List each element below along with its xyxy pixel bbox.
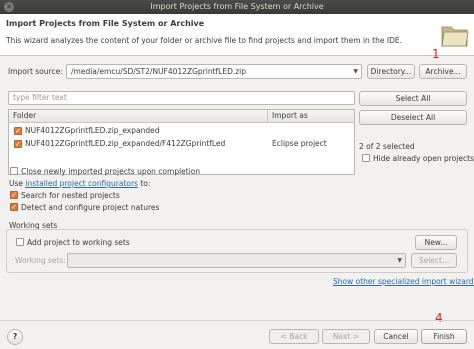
footer-separator xyxy=(0,320,474,321)
hide-open-checkbox[interactable] xyxy=(362,154,370,162)
use-suffix: to: xyxy=(140,179,151,188)
import-source-value: /media/emcu/SD/ST2/NUF4012ZGprintfLED.zi… xyxy=(71,67,247,76)
deselect-all-button[interactable]: Deselect All xyxy=(359,110,467,125)
chevron-down-icon[interactable]: ▼ xyxy=(397,254,402,267)
working-sets-combo[interactable]: ▼ xyxy=(67,253,406,268)
working-sets-label: Working sets: xyxy=(15,256,66,265)
close-icon[interactable]: ✕ xyxy=(4,2,14,12)
hide-open-label: Hide already open projects xyxy=(373,154,474,163)
selected-count: 2 of 2 selected xyxy=(359,142,415,151)
projects-table: Folder Import as ✓ NUF4012ZGprintfLED.zi… xyxy=(8,109,355,175)
table-row[interactable]: ✓ NUF4012ZGprintfLED.zip_expanded/F412ZG… xyxy=(9,137,354,151)
table-header: Folder Import as xyxy=(9,110,354,123)
new-working-set-button[interactable]: New... xyxy=(415,235,457,250)
other-wizards-link[interactable]: Show other specialized import wizards xyxy=(333,277,474,286)
window-title: Import Projects from File System or Arch… xyxy=(150,2,324,11)
window-titlebar: ✕ Import Projects from File System or Ar… xyxy=(0,0,474,14)
import-source-label: Import source: xyxy=(8,67,63,76)
configurators-line: Use installed project configurators to: xyxy=(9,179,150,188)
table-row[interactable]: ✓ NUF4012ZGprintfLED.zip_expanded xyxy=(9,124,354,138)
wizard-header: Import Projects from File System or Arch… xyxy=(0,14,474,56)
add-working-sets-checkbox[interactable] xyxy=(16,238,24,246)
add-working-sets-label: Add project to working sets xyxy=(27,238,130,247)
row-checkbox[interactable]: ✓ xyxy=(14,140,22,148)
select-working-sets-button[interactable]: Select... xyxy=(411,253,457,268)
back-button[interactable]: < Back xyxy=(269,329,319,344)
row-folder: NUF4012ZGprintfLED.zip_expanded/F412ZGpr… xyxy=(25,139,226,148)
filter-input[interactable]: type filter text xyxy=(8,91,355,105)
column-separator xyxy=(267,110,268,122)
page-description: This wizard analyzes the content of your… xyxy=(6,36,402,45)
column-import-as[interactable]: Import as xyxy=(272,110,308,122)
next-button[interactable]: Next > xyxy=(322,329,370,344)
page-title: Import Projects from File System or Arch… xyxy=(6,19,205,28)
cancel-button[interactable]: Cancel xyxy=(374,329,418,344)
annotation-4: 4 xyxy=(435,311,443,325)
help-icon[interactable]: ? xyxy=(7,329,23,345)
search-nested-label: Search for nested projects xyxy=(21,191,120,200)
chevron-down-icon[interactable]: ▼ xyxy=(353,65,358,78)
row-import-as: Eclipse project xyxy=(272,139,327,148)
close-imported-checkbox[interactable] xyxy=(10,167,18,175)
folder-icon xyxy=(441,26,469,47)
row-folder: NUF4012ZGprintfLED.zip_expanded xyxy=(25,126,160,135)
column-folder[interactable]: Folder xyxy=(13,110,36,122)
select-all-button[interactable]: Select All xyxy=(359,91,467,106)
use-prefix: Use xyxy=(9,179,24,188)
search-nested-checkbox[interactable]: ✓ xyxy=(10,191,18,199)
annotation-1: 1 xyxy=(432,47,440,61)
import-source-combo[interactable]: /media/emcu/SD/ST2/NUF4012ZGprintfLED.zi… xyxy=(66,64,362,79)
row-checkbox[interactable]: ✓ xyxy=(14,127,22,135)
configurators-link[interactable]: installed project configurators xyxy=(25,179,138,188)
archive-button[interactable]: Archive... xyxy=(419,64,467,79)
detect-configure-checkbox[interactable]: ✓ xyxy=(10,203,18,211)
detect-configure-label: Detect and configure project natures xyxy=(21,203,160,212)
directory-button[interactable]: Directory... xyxy=(367,64,415,79)
finish-button[interactable]: Finish xyxy=(421,329,467,344)
close-imported-label: Close newly imported projects upon compl… xyxy=(21,167,201,176)
